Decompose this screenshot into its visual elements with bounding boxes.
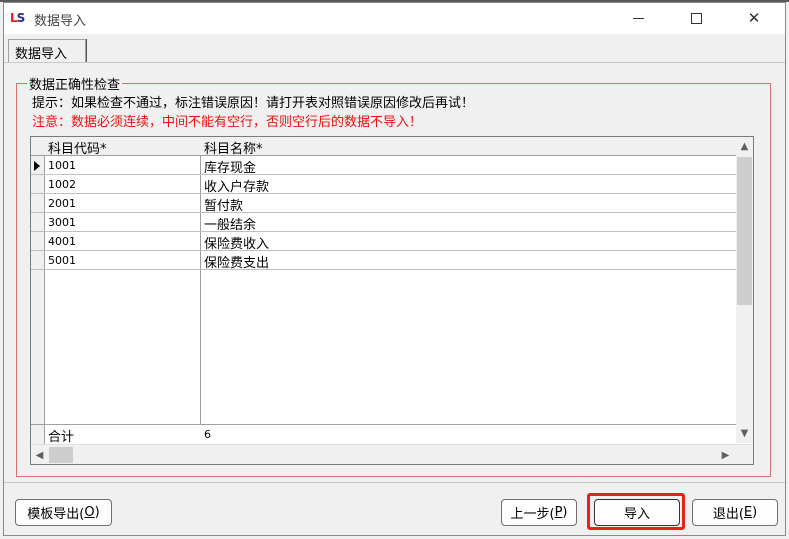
previous-step-hotkey: P: [554, 505, 563, 520]
cell-code[interactable]: 1002: [48, 178, 76, 191]
title-bar: LS 数据导入 ✕: [4, 3, 785, 33]
table-row[interactable]: 1002 收入户存款: [31, 175, 736, 195]
scroll-right-icon[interactable]: ▶: [717, 447, 734, 464]
close-button[interactable]: ✕: [725, 3, 783, 33]
scroll-left-icon[interactable]: ◀: [31, 447, 48, 464]
import-label: 导入: [623, 507, 650, 522]
maximize-button[interactable]: [667, 3, 725, 33]
import-dialog: LS 数据导入 ✕ 数据导入 数据正确性检查 提示：如果检查不通过，标注错误原因…: [3, 2, 786, 536]
template-export-label: 模板导出(: [27, 507, 85, 522]
total-label: 合计: [48, 430, 75, 445]
cell-code[interactable]: 4001: [48, 235, 76, 248]
cell-name[interactable]: 库存现金: [204, 157, 256, 176]
window-title: 数据导入: [34, 14, 87, 29]
scroll-up-icon[interactable]: ▲: [736, 138, 753, 155]
maximize-icon: [690, 12, 702, 24]
data-grid[interactable]: 科目代码* 科目名称* 1001 库存现金 1002 收入户存款 2001 暂付…: [30, 136, 754, 465]
previous-step-label-end: ): [562, 505, 568, 520]
exit-hotkey: E: [743, 505, 753, 520]
app-logo-icon: LS: [10, 11, 25, 25]
table-row[interactable]: 4001 保险费收入: [31, 232, 736, 252]
cell-code[interactable]: 2001: [48, 197, 76, 210]
column-header-code[interactable]: 科目代码*: [48, 138, 107, 157]
grid-header-row: 科目代码* 科目名称*: [31, 137, 736, 157]
template-export-label-end: ): [94, 505, 100, 520]
vertical-scroll-thumb[interactable]: [737, 157, 752, 305]
validation-group: 数据正确性检查 提示：如果检查不通过，标注错误原因！请打开表对照错误原因修改后再…: [16, 74, 771, 477]
scroll-down-icon[interactable]: ▼: [736, 425, 753, 442]
import-button[interactable]: 导入: [594, 499, 680, 526]
table-row[interactable]: 5001 保险费支出: [31, 251, 736, 271]
template-export-hotkey: O: [84, 505, 95, 520]
button-bar: 模板导出(O) 上一步(P) 导入 退出(E): [4, 482, 785, 535]
horizontal-scroll-thumb[interactable]: [49, 447, 73, 463]
exit-label: 退出(: [712, 507, 744, 522]
table-row[interactable]: 1001 库存现金: [31, 156, 736, 176]
previous-step-label: 上一步(: [510, 507, 555, 522]
cell-code[interactable]: 1001: [48, 159, 76, 172]
content-panel: 数据正确性检查 提示：如果检查不通过，标注错误原因！请打开表对照错误原因修改后再…: [4, 62, 785, 482]
cell-code[interactable]: 5001: [48, 254, 76, 267]
previous-step-button[interactable]: 上一步(P): [501, 499, 577, 526]
tab-data-import[interactable]: 数据导入: [8, 39, 86, 62]
total-row: 合计 6: [31, 424, 736, 445]
cell-name[interactable]: 保险费收入: [204, 233, 269, 252]
table-row[interactable]: 2001 暂付款: [31, 194, 736, 214]
exit-button[interactable]: 退出(E): [692, 499, 778, 526]
cell-name[interactable]: 暂付款: [204, 195, 243, 214]
hint-text: 提示：如果检查不通过，标注错误原因！请打开表对照错误原因修改后再试！: [32, 96, 475, 111]
exit-label-end: ): [752, 505, 758, 520]
minimize-icon: [632, 17, 644, 19]
group-legend: 数据正确性检查: [27, 74, 123, 93]
template-export-button[interactable]: 模板导出(O): [15, 499, 112, 526]
column-header-name[interactable]: 科目名称*: [204, 138, 263, 157]
table-row[interactable]: 3001 一般结余: [31, 213, 736, 233]
horizontal-scrollbar[interactable]: ◀ ▶: [31, 444, 753, 464]
row-indicator: [31, 425, 45, 444]
total-value: 6: [204, 428, 211, 441]
cell-name[interactable]: 收入户存款: [204, 176, 269, 195]
close-icon: ✕: [747, 9, 761, 27]
cell-code[interactable]: 3001: [48, 216, 76, 229]
current-row-icon: [34, 161, 40, 171]
cell-name[interactable]: 一般结余: [204, 214, 256, 233]
warning-text: 注意：数据必须连续，中间不能有空行，否则空行后的数据不导入！: [32, 115, 423, 130]
cell-name[interactable]: 保险费支出: [204, 252, 269, 271]
tab-bar: 数据导入: [4, 34, 785, 62]
minimize-button[interactable]: [609, 3, 667, 33]
vertical-scrollbar[interactable]: ▲ ▼: [736, 137, 753, 443]
